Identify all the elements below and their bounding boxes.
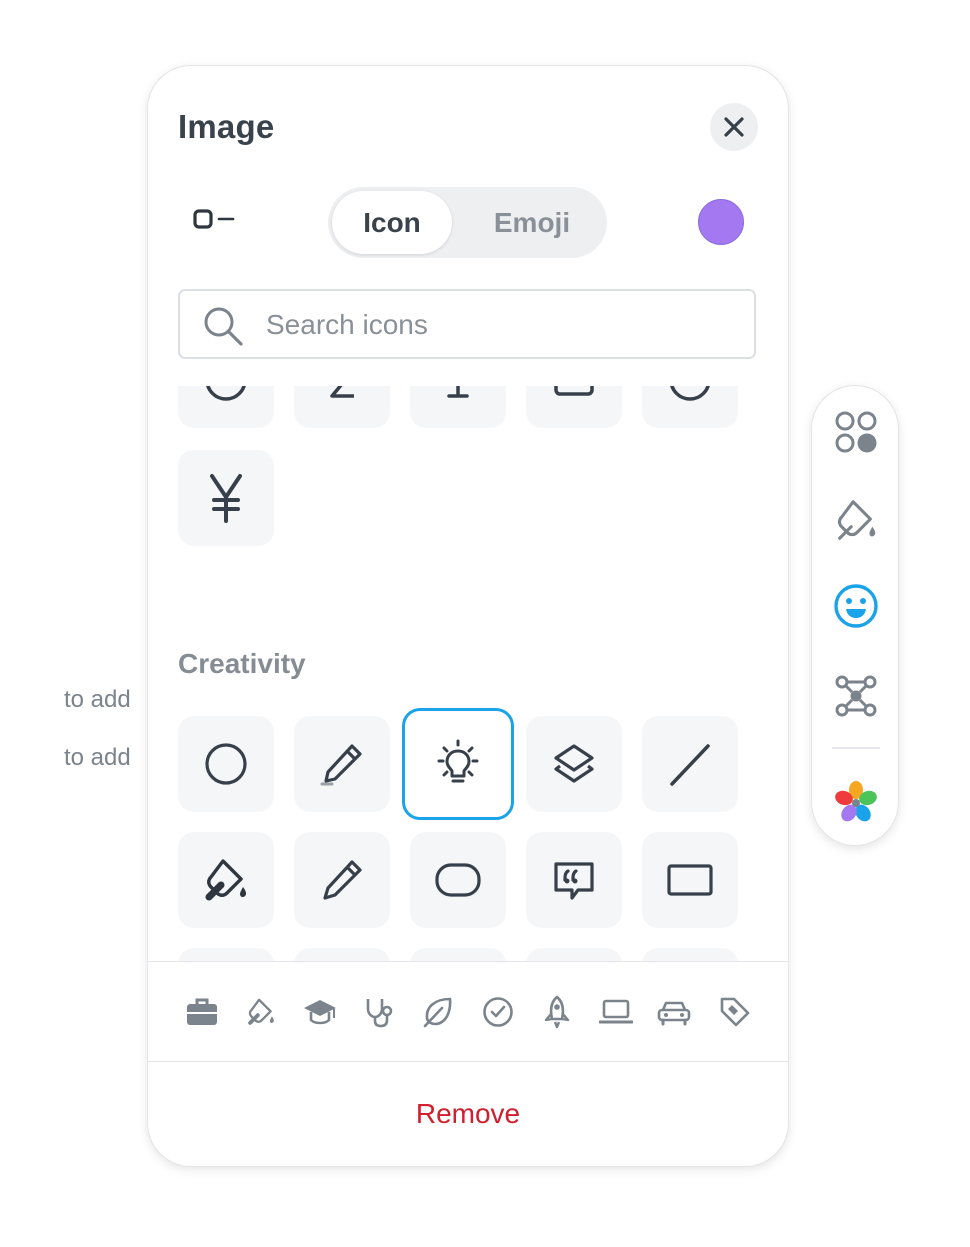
- category-bar: [148, 962, 788, 1060]
- shapes-icon: [835, 411, 877, 453]
- icon-tile[interactable]: [294, 386, 390, 428]
- rectangle-icon: [667, 864, 713, 896]
- dock-divider: [832, 747, 880, 749]
- yen-icon: [210, 474, 242, 523]
- icon-grid: Creativity: [148, 386, 788, 961]
- category-business[interactable]: [185, 995, 219, 1029]
- search-box: [178, 289, 756, 359]
- circle-outline-icon: [205, 743, 247, 785]
- toggle-icon[interactable]: [193, 209, 235, 234]
- laptop-icon: [599, 999, 633, 1024]
- circle-icon: [206, 386, 246, 401]
- icon-tile[interactable]: [642, 948, 738, 961]
- category-creativity[interactable]: [244, 995, 278, 1029]
- category-education[interactable]: [303, 995, 337, 1029]
- icon-tile[interactable]: [294, 832, 390, 928]
- icon-tile-selected[interactable]: [402, 708, 514, 820]
- pencil-icon: [320, 744, 362, 786]
- dock-emoji-button[interactable]: [832, 582, 880, 630]
- icon-tile[interactable]: [410, 948, 506, 961]
- close-icon: [724, 117, 744, 137]
- icon-tile[interactable]: [642, 832, 738, 928]
- lightbulb-icon: [437, 739, 479, 783]
- icon-tile[interactable]: [642, 386, 738, 428]
- section-title-creativity: Creativity: [178, 648, 306, 679]
- rounded-rect-icon: [435, 863, 481, 897]
- background-hint-1: to add: [64, 686, 131, 713]
- panel-title: Image: [178, 108, 275, 145]
- category-check[interactable]: [481, 995, 515, 1029]
- color-swatch[interactable]: [698, 199, 744, 245]
- icon-tile[interactable]: [294, 716, 390, 812]
- category-nature[interactable]: [421, 995, 455, 1029]
- calendar-icon: [554, 386, 594, 396]
- icon-tile[interactable]: [178, 716, 274, 812]
- tab-icon[interactable]: Icon: [332, 191, 452, 254]
- icon-tile[interactable]: [294, 948, 390, 961]
- briefcase-icon: [187, 998, 217, 1025]
- close-button[interactable]: [710, 103, 758, 151]
- icon-tile[interactable]: [526, 386, 622, 428]
- side-toolbar: [811, 385, 899, 846]
- category-transport[interactable]: [657, 995, 691, 1029]
- icon-tile[interactable]: [410, 832, 506, 928]
- icon-tile[interactable]: [178, 948, 274, 961]
- tag-icon: [720, 997, 750, 1027]
- stethoscope-icon: [366, 999, 393, 1028]
- leaf-icon: [423, 997, 452, 1028]
- dock-network-button[interactable]: [832, 672, 880, 720]
- check-circle-icon: [483, 997, 513, 1027]
- circle-icon: [670, 386, 710, 401]
- icon-tile[interactable]: [178, 450, 274, 546]
- search-input[interactable]: [264, 305, 738, 345]
- category-shopping[interactable]: [718, 995, 752, 1029]
- quote-bubble-icon: [554, 862, 594, 900]
- icon-tile[interactable]: [526, 948, 622, 961]
- rocket-icon: [544, 995, 570, 1029]
- emoji-icon: [834, 584, 878, 628]
- graduation-cap-icon: [304, 1000, 336, 1025]
- category-technology[interactable]: [599, 995, 633, 1029]
- line-icon: [670, 744, 710, 786]
- icon-tile[interactable]: [178, 386, 274, 428]
- icon-tile[interactable]: [526, 832, 622, 928]
- pencil-outline-icon: [323, 860, 362, 900]
- dock-paint-button[interactable]: [832, 496, 880, 544]
- icon-emoji-switch: Icon Emoji: [328, 187, 607, 258]
- network-icon: [835, 675, 877, 717]
- dock-color-button[interactable]: [832, 778, 880, 826]
- category-health[interactable]: [362, 995, 396, 1029]
- paint-bucket-icon: [837, 500, 876, 540]
- image-picker-panel: Image Icon Emoji Search icons Creativity…: [147, 65, 789, 1167]
- category-space[interactable]: [540, 995, 574, 1029]
- icon-tile[interactable]: [526, 716, 622, 812]
- dock-shapes-button[interactable]: [832, 408, 880, 456]
- presentation-icon: [447, 386, 469, 398]
- icon-tile[interactable]: [178, 832, 274, 928]
- icon-tile[interactable]: [642, 716, 738, 812]
- tab-emoji[interactable]: Emoji: [464, 191, 600, 254]
- car-icon: [657, 1001, 691, 1026]
- remove-button[interactable]: Remove: [148, 1062, 788, 1166]
- zigzag-icon: [330, 386, 354, 398]
- color-wheel-icon: [835, 781, 877, 822]
- search-icon: [204, 307, 243, 346]
- paint-bucket-icon: [205, 859, 247, 901]
- background-hint-2: to add: [64, 744, 131, 771]
- layers-icon: [554, 744, 594, 783]
- paint-bucket-icon: [248, 998, 274, 1025]
- icon-tile[interactable]: [410, 386, 506, 428]
